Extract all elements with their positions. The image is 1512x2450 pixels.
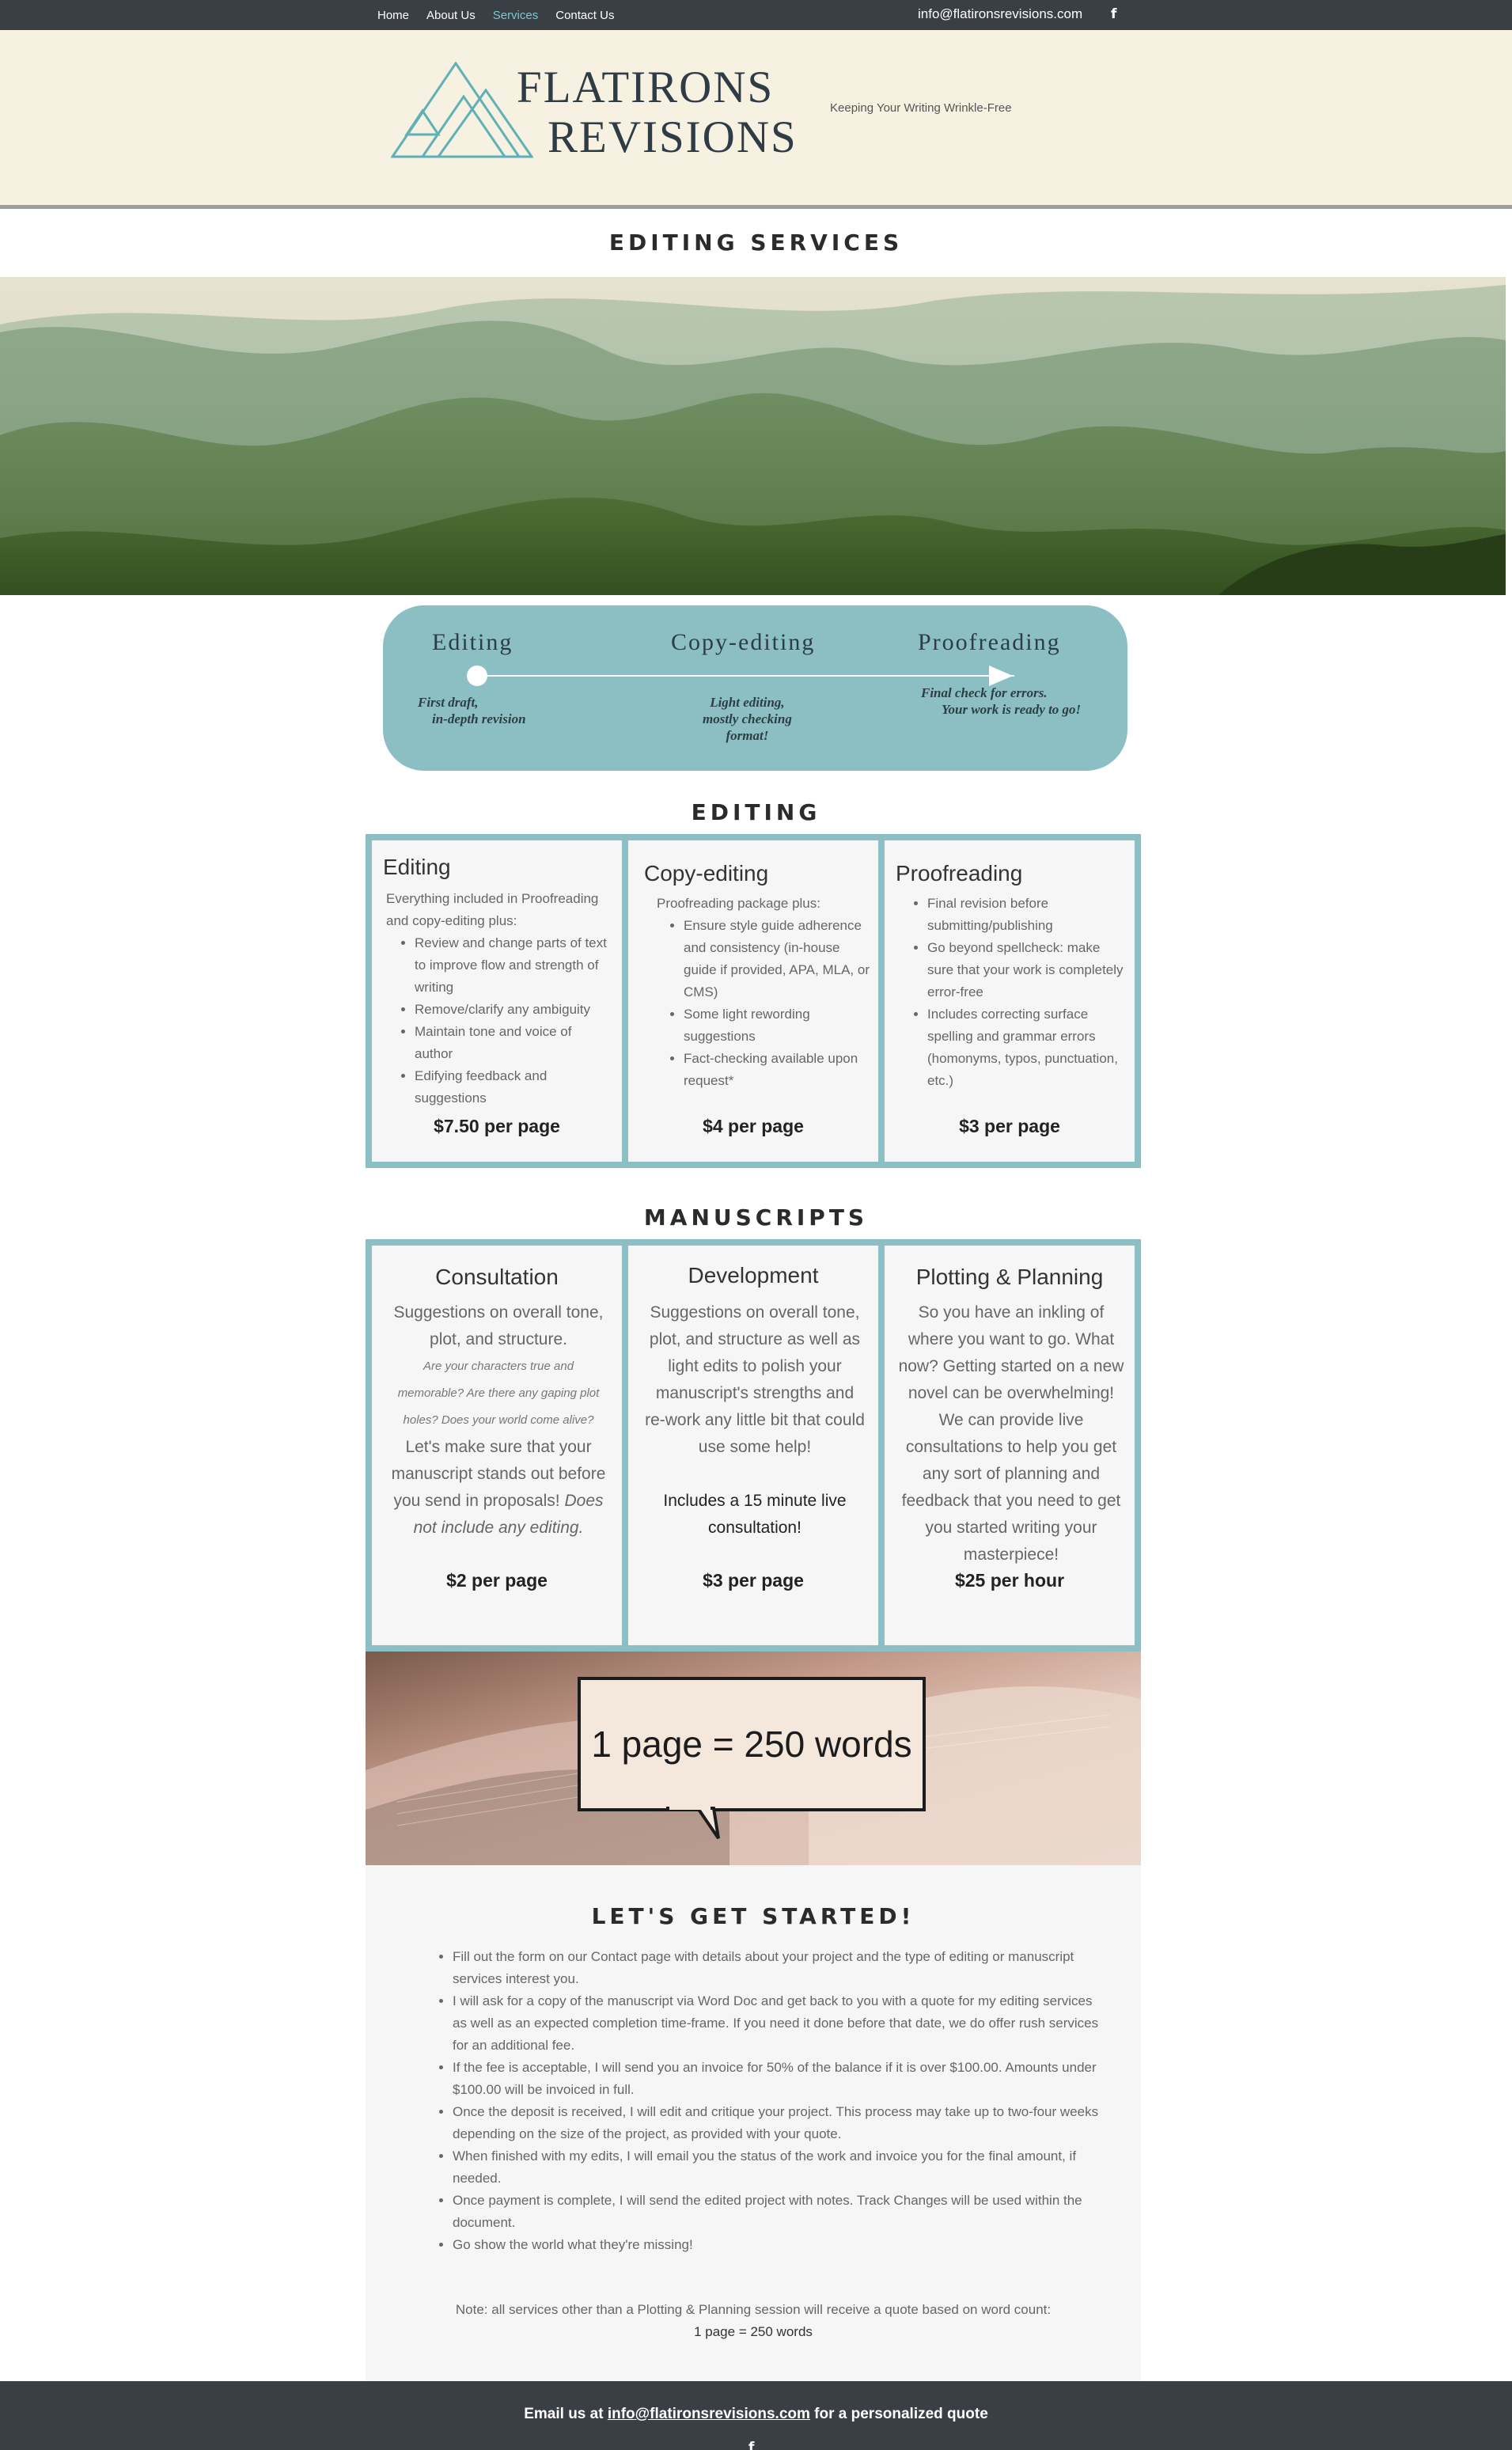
price-label: $2 per page <box>446 1570 548 1591</box>
speech-bubble: 1 page = 250 words <box>578 1677 926 1811</box>
list-item: Edifying feedback and suggestions <box>415 1065 612 1109</box>
steps-list: Fill out the form on our Contact page wi… <box>453 1946 1101 2256</box>
editing-section-title: EDITING <box>691 799 821 825</box>
list-item: Maintain tone and voice of author <box>415 1021 612 1065</box>
arrow-right-icon <box>989 666 1013 686</box>
price-label: $7.50 per page <box>434 1116 560 1136</box>
word-count-note: Note: all services other than a Plotting… <box>455 2302 1052 2339</box>
process-note-copy-editing: Light editing, mostly checking format! <box>703 695 792 743</box>
list-item: Some light rewording suggestions <box>684 1003 873 1048</box>
price-label: $25 per hour <box>954 1570 1065 1591</box>
page-title: EDITING SERVICES <box>608 229 904 256</box>
list-item: Once payment is complete, I will send th… <box>453 2190 1101 2234</box>
list-item: If the fee is acceptable, I will send yo… <box>453 2057 1101 2101</box>
plotting-planning-card: Plotting & Planning So you have an inkli… <box>885 1246 1135 1645</box>
card-title: Copy-editing <box>644 861 769 886</box>
card-intro: Proofreading package plus: <box>657 896 820 911</box>
editing-card: Editing Everything included in Proofread… <box>372 840 622 1162</box>
list-item: Final revision before submitting/publish… <box>927 893 1125 937</box>
facebook-icon[interactable]: f <box>1111 6 1116 22</box>
proofreading-card: Proofreading Final revision before submi… <box>885 840 1135 1162</box>
process-note-proofreading: Final check for errors. Your work is rea… <box>921 685 1082 717</box>
site-footer: Email us at info@flatironsrevisions.com … <box>0 2381 1512 2450</box>
top-bar: Home About Us Services Contact Us info@f… <box>0 0 1512 30</box>
list-item: Once the deposit is received, I will edi… <box>453 2101 1101 2145</box>
card-highlight: Includes a 15 minute live consultation! <box>663 1492 847 1537</box>
card-title: Editing <box>383 855 451 879</box>
process-step-proofreading: Proofreading <box>918 629 1061 655</box>
card-body: Suggestions on overall tone, plot, and s… <box>389 1299 608 1542</box>
card-bullets: Final revision before submitting/publish… <box>927 893 1125 1092</box>
logo-text-line2[interactable]: REVISIONS <box>548 112 798 163</box>
nav-home[interactable]: Home <box>377 9 409 22</box>
facebook-icon[interactable]: f <box>748 2440 754 2450</box>
list-item: Go show the world what they're missing! <box>453 2234 1101 2256</box>
card-italic-text: Are your characters true and memorable? … <box>397 1360 600 1427</box>
get-started-title: LET'S GET STARTED! <box>591 1903 915 1929</box>
process-timeline: Editing Copy-editing Proofreading First … <box>383 605 1127 771</box>
list-item: When finished with my edits, I will emai… <box>453 2145 1101 2190</box>
process-step-editing: Editing <box>432 629 513 655</box>
list-item: Remove/clarify any ambiguity <box>415 999 612 1021</box>
process-start-dot <box>467 666 487 686</box>
copy-editing-card: Copy-editing Proofreading package plus: … <box>628 840 878 1162</box>
list-item: Ensure style guide adherence and consist… <box>684 915 873 1003</box>
price-label: $4 per page <box>703 1116 804 1136</box>
footer-email-link[interactable]: info@flatironsrevisions.com <box>608 2406 810 2422</box>
hero-mountain-image <box>0 277 1506 595</box>
card-title: Proofreading <box>896 861 1023 886</box>
mountain-logo-icon[interactable] <box>391 62 533 160</box>
footer-contact-text: Email us at info@flatironsrevisions.com … <box>524 2406 988 2422</box>
price-label: $3 per page <box>703 1570 804 1591</box>
card-body: So you have an inkling of where you want… <box>898 1303 1124 1564</box>
list-item: Review and change parts of text to impro… <box>415 932 612 999</box>
nav-services[interactable]: Services <box>493 9 539 22</box>
card-title: Plotting & Planning <box>915 1265 1104 1289</box>
list-item: Includes correcting surface spelling and… <box>927 1003 1125 1092</box>
card-bullets: Ensure style guide adherence and consist… <box>684 915 873 1092</box>
list-item: Fill out the form on our Contact page wi… <box>453 1946 1101 1990</box>
process-note-editing: First draft, in-depth revision <box>418 695 526 726</box>
card-intro: Everything included in Proofreading and … <box>386 891 599 928</box>
card-body: Suggestions on overall tone, plot, and s… <box>645 1303 865 1456</box>
main-nav: Home About Us Services Contact Us <box>377 0 614 30</box>
get-started-section: LET'S GET STARTED! Fill out the form on … <box>366 1865 1141 2381</box>
open-book-banner: 1 page = 250 words <box>366 1652 1141 1865</box>
price-label: $3 per page <box>959 1116 1060 1136</box>
list-item: Fact-checking available upon request* <box>684 1048 873 1092</box>
nav-contact-us[interactable]: Contact Us <box>555 9 614 22</box>
card-title: Development <box>688 1263 819 1288</box>
process-step-copy-editing: Copy-editing <box>671 629 816 655</box>
speech-bubble-tail-icon <box>666 1805 720 1840</box>
consultation-card: Consultation Suggestions on overall tone… <box>372 1246 622 1645</box>
site-header: FLATIRONS REVISIONS Keeping Your Writing… <box>0 30 1512 209</box>
nav-about-us[interactable]: About Us <box>426 9 476 22</box>
logo-text-line1[interactable]: FLATIRONS <box>517 62 774 113</box>
development-card: Development Suggestions on overall tone,… <box>628 1246 878 1645</box>
process-line <box>476 675 1014 677</box>
tagline: Keeping Your Writing Wrinkle-Free <box>830 101 1012 115</box>
list-item: Go beyond spellcheck: make sure that you… <box>927 937 1125 1003</box>
list-item: I will ask for a copy of the manuscript … <box>453 1990 1101 2057</box>
editing-cards: Editing Everything included in Proofread… <box>366 834 1141 1168</box>
manuscripts-section-title: MANUSCRIPTS <box>643 1204 869 1231</box>
card-title: Consultation <box>435 1265 559 1289</box>
word-count-banner-text: 1 page = 250 words <box>591 1724 912 1765</box>
manuscript-cards: Consultation Suggestions on overall tone… <box>366 1239 1141 1652</box>
header-email-link[interactable]: info@flatironsrevisions.com <box>918 6 1082 22</box>
card-bullets: Review and change parts of text to impro… <box>415 932 612 1109</box>
